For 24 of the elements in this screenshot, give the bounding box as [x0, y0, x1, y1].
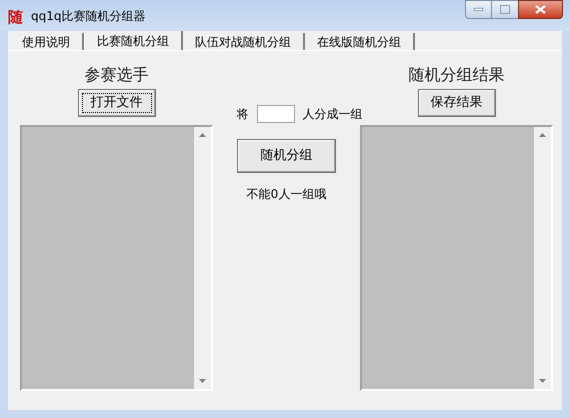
tab[interactable]: 比赛随机分组 — [84, 31, 183, 50]
scroll-up-icon[interactable] — [539, 133, 546, 137]
window-title: qq1q比赛随机分组器 — [31, 8, 146, 25]
section-heading: 随机分组结果 — [408, 64, 504, 86]
button[interactable]: 保存结果 — [418, 89, 496, 117]
button[interactable]: 随机分组 — [237, 139, 336, 173]
hint-text: 不能0人一组哦 — [246, 186, 326, 203]
maximize-icon — [500, 5, 510, 14]
scrollbar[interactable] — [534, 127, 551, 389]
close-button[interactable] — [518, 0, 563, 19]
close-icon — [535, 5, 546, 14]
group-size-field[interactable] — [256, 105, 294, 123]
section-heading: 参赛选手 — [84, 64, 148, 86]
scroll-up-icon[interactable] — [199, 133, 206, 137]
label: 人分成一组 — [302, 106, 362, 123]
minimize-button[interactable] — [465, 0, 492, 19]
maximize-button[interactable] — [492, 0, 518, 19]
label: 将 — [236, 106, 248, 123]
scrollbar[interactable] — [194, 127, 211, 389]
scroll-down-icon[interactable] — [199, 379, 206, 383]
minimize-icon — [474, 8, 483, 11]
button[interactable]: 打开文件 — [78, 89, 156, 117]
app-icon: 随 — [8, 6, 23, 28]
scroll-down-icon[interactable] — [539, 379, 546, 383]
